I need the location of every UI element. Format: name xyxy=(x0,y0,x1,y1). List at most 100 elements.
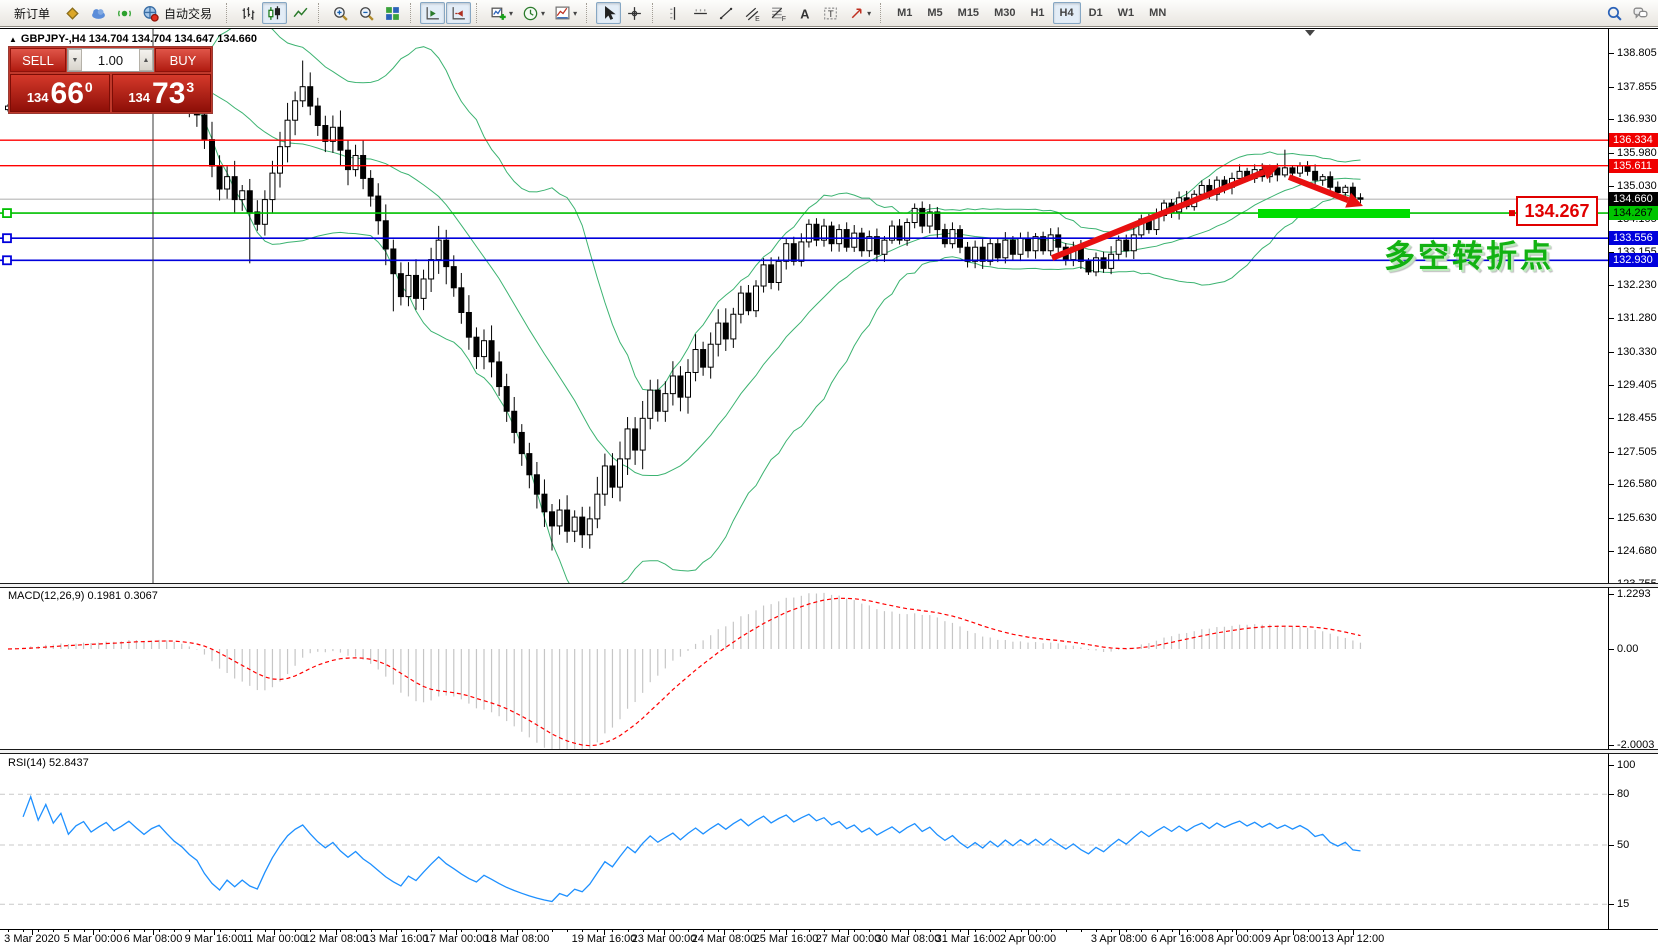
tile-windows-icon xyxy=(384,5,401,22)
chart-shift-icon xyxy=(450,5,467,22)
macd-axis-tick xyxy=(1609,649,1614,650)
toolbar-separator xyxy=(652,3,657,23)
timeframe-m1-button[interactable]: M1 xyxy=(890,2,919,24)
price-axis-tick xyxy=(1609,452,1614,453)
price-callout-box[interactable]: 134.267 xyxy=(1516,196,1598,226)
buy-price[interactable]: 134 73 3 xyxy=(112,74,212,112)
cursor-icon[interactable] xyxy=(596,2,621,24)
chart-shift-icon[interactable] xyxy=(446,2,471,24)
macd-panel[interactable] xyxy=(8,593,1361,754)
time-axis-minor-tick xyxy=(522,930,523,932)
vertical-line-icon xyxy=(666,5,683,22)
rsi-panel[interactable] xyxy=(0,794,1608,904)
candlestick-chart-icon[interactable] xyxy=(262,2,287,24)
arrows-icon-caret-icon[interactable]: ▾ xyxy=(867,9,871,18)
signals-icon[interactable] xyxy=(112,2,137,24)
horizontal-line-icon xyxy=(692,5,709,22)
support-zone-bar[interactable] xyxy=(1258,209,1410,218)
timeframe-m15-button[interactable]: M15 xyxy=(951,2,986,24)
autotrading-button[interactable]: 自动交易 xyxy=(138,2,221,24)
time-axis-minor-tick xyxy=(567,930,568,932)
sell-price[interactable]: 134 66 0 xyxy=(10,74,110,112)
tile-windows-icon[interactable] xyxy=(380,2,405,24)
time-axis-minor-tick xyxy=(1277,930,1278,932)
text-icon[interactable]: A xyxy=(792,2,817,24)
line-handle[interactable] xyxy=(3,256,11,264)
indicators-button[interactable]: ▾ xyxy=(550,2,581,24)
timeframe-m30-button[interactable]: M30 xyxy=(987,2,1022,24)
volume-increase-button[interactable]: ▲ xyxy=(139,49,153,71)
macd-splitter[interactable] xyxy=(0,583,1658,588)
search-icon[interactable] xyxy=(1602,2,1627,24)
toolbar-separator xyxy=(318,3,323,23)
macd-axis-label: 1.2293 xyxy=(1617,588,1651,600)
equidistant-channel-icon[interactable]: E xyxy=(740,2,765,24)
line-chart-icon[interactable] xyxy=(288,2,313,24)
text-label-icon[interactable]: T xyxy=(818,2,843,24)
new-order-button[interactable]: 新订单 xyxy=(5,2,59,24)
autotrading-button-label: 自动交易 xyxy=(159,5,217,22)
time-axis-minor-tick xyxy=(930,930,931,932)
main-chart-panel[interactable] xyxy=(0,20,1608,604)
vertical-line-icon[interactable] xyxy=(662,2,687,24)
bar-chart-icon[interactable] xyxy=(236,2,261,24)
bollinger-lower-band[interactable] xyxy=(8,100,1361,605)
horizontal-line-icon[interactable] xyxy=(688,2,713,24)
time-axis-label: 13 Mar 16:00 xyxy=(364,933,429,945)
time-axis-minor-tick xyxy=(492,930,493,932)
time-axis-minor-tick xyxy=(1308,930,1309,932)
time-axis-minor-tick xyxy=(386,930,387,932)
timeframe-h4-button[interactable]: H4 xyxy=(1053,2,1081,24)
volume-decrease-button[interactable]: ▼ xyxy=(68,49,82,71)
profiles-button-caret-icon[interactable]: ▾ xyxy=(541,9,545,18)
line-handle[interactable] xyxy=(3,209,11,217)
trendline-icon[interactable] xyxy=(714,2,739,24)
svg-text:E: E xyxy=(755,15,760,21)
indicators-button-caret-icon[interactable]: ▾ xyxy=(573,9,577,18)
fibonacci-icon[interactable]: F xyxy=(766,2,791,24)
zoom-in-icon[interactable] xyxy=(328,2,353,24)
rsi-indicator-label: RSI(14) 52.8437 xyxy=(8,757,89,769)
timeframe-d1-button[interactable]: D1 xyxy=(1082,2,1110,24)
price-axis-tick xyxy=(1609,53,1614,54)
time-axis-label: 9 Apr 08:00 xyxy=(1265,933,1321,945)
history-center-icon[interactable] xyxy=(60,2,85,24)
auto-scroll-icon[interactable] xyxy=(420,2,445,24)
time-axis-minor-tick xyxy=(325,930,326,932)
price-badge: 132.930 xyxy=(1609,253,1658,267)
timeframe-w1-button[interactable]: W1 xyxy=(1111,2,1142,24)
sell-button[interactable]: SELL xyxy=(10,48,66,72)
new-chart-button-caret-icon[interactable]: ▾ xyxy=(509,9,513,18)
trend-up-arrow[interactable] xyxy=(1052,172,1264,258)
community-icon[interactable] xyxy=(86,2,111,24)
arrows-icon xyxy=(848,5,865,22)
price-badge: 133.556 xyxy=(1609,231,1658,245)
time-axis-minor-tick xyxy=(53,930,54,932)
profiles-button[interactable]: ▾ xyxy=(518,2,549,24)
new-chart-button[interactable]: ▾ xyxy=(486,2,517,24)
timeframe-mn-button[interactable]: MN xyxy=(1142,2,1173,24)
arrows-icon[interactable]: ▾ xyxy=(844,2,875,24)
profiles-button xyxy=(522,5,539,22)
volume-input[interactable]: 1.00 xyxy=(82,49,139,71)
zoom-out-icon[interactable] xyxy=(354,2,379,24)
turning-point-annotation[interactable]: 多空转折点 xyxy=(1384,231,1554,276)
buy-button[interactable]: BUY xyxy=(155,48,211,72)
time-axis-minor-tick xyxy=(340,930,341,932)
crosshair-icon[interactable] xyxy=(622,2,647,24)
rsi-splitter[interactable] xyxy=(0,749,1658,754)
timeframe-h1-button[interactable]: H1 xyxy=(1023,2,1051,24)
chart-shift-marker[interactable] xyxy=(1305,30,1315,36)
signals-icon xyxy=(116,5,133,22)
time-axis-minor-tick xyxy=(38,930,39,932)
time-axis-minor-tick xyxy=(1217,930,1218,932)
timeframe-m5-button[interactable]: M5 xyxy=(920,2,949,24)
crosshair-icon xyxy=(626,5,643,22)
time-axis-minor-tick xyxy=(1157,930,1158,932)
chart-plot[interactable] xyxy=(0,0,1608,952)
time-axis-minor-tick xyxy=(688,930,689,932)
time-axis-minor-tick xyxy=(612,930,613,932)
line-handle[interactable] xyxy=(3,234,11,242)
chat-icon[interactable] xyxy=(1628,2,1653,24)
macd-signal-line xyxy=(8,598,1361,745)
